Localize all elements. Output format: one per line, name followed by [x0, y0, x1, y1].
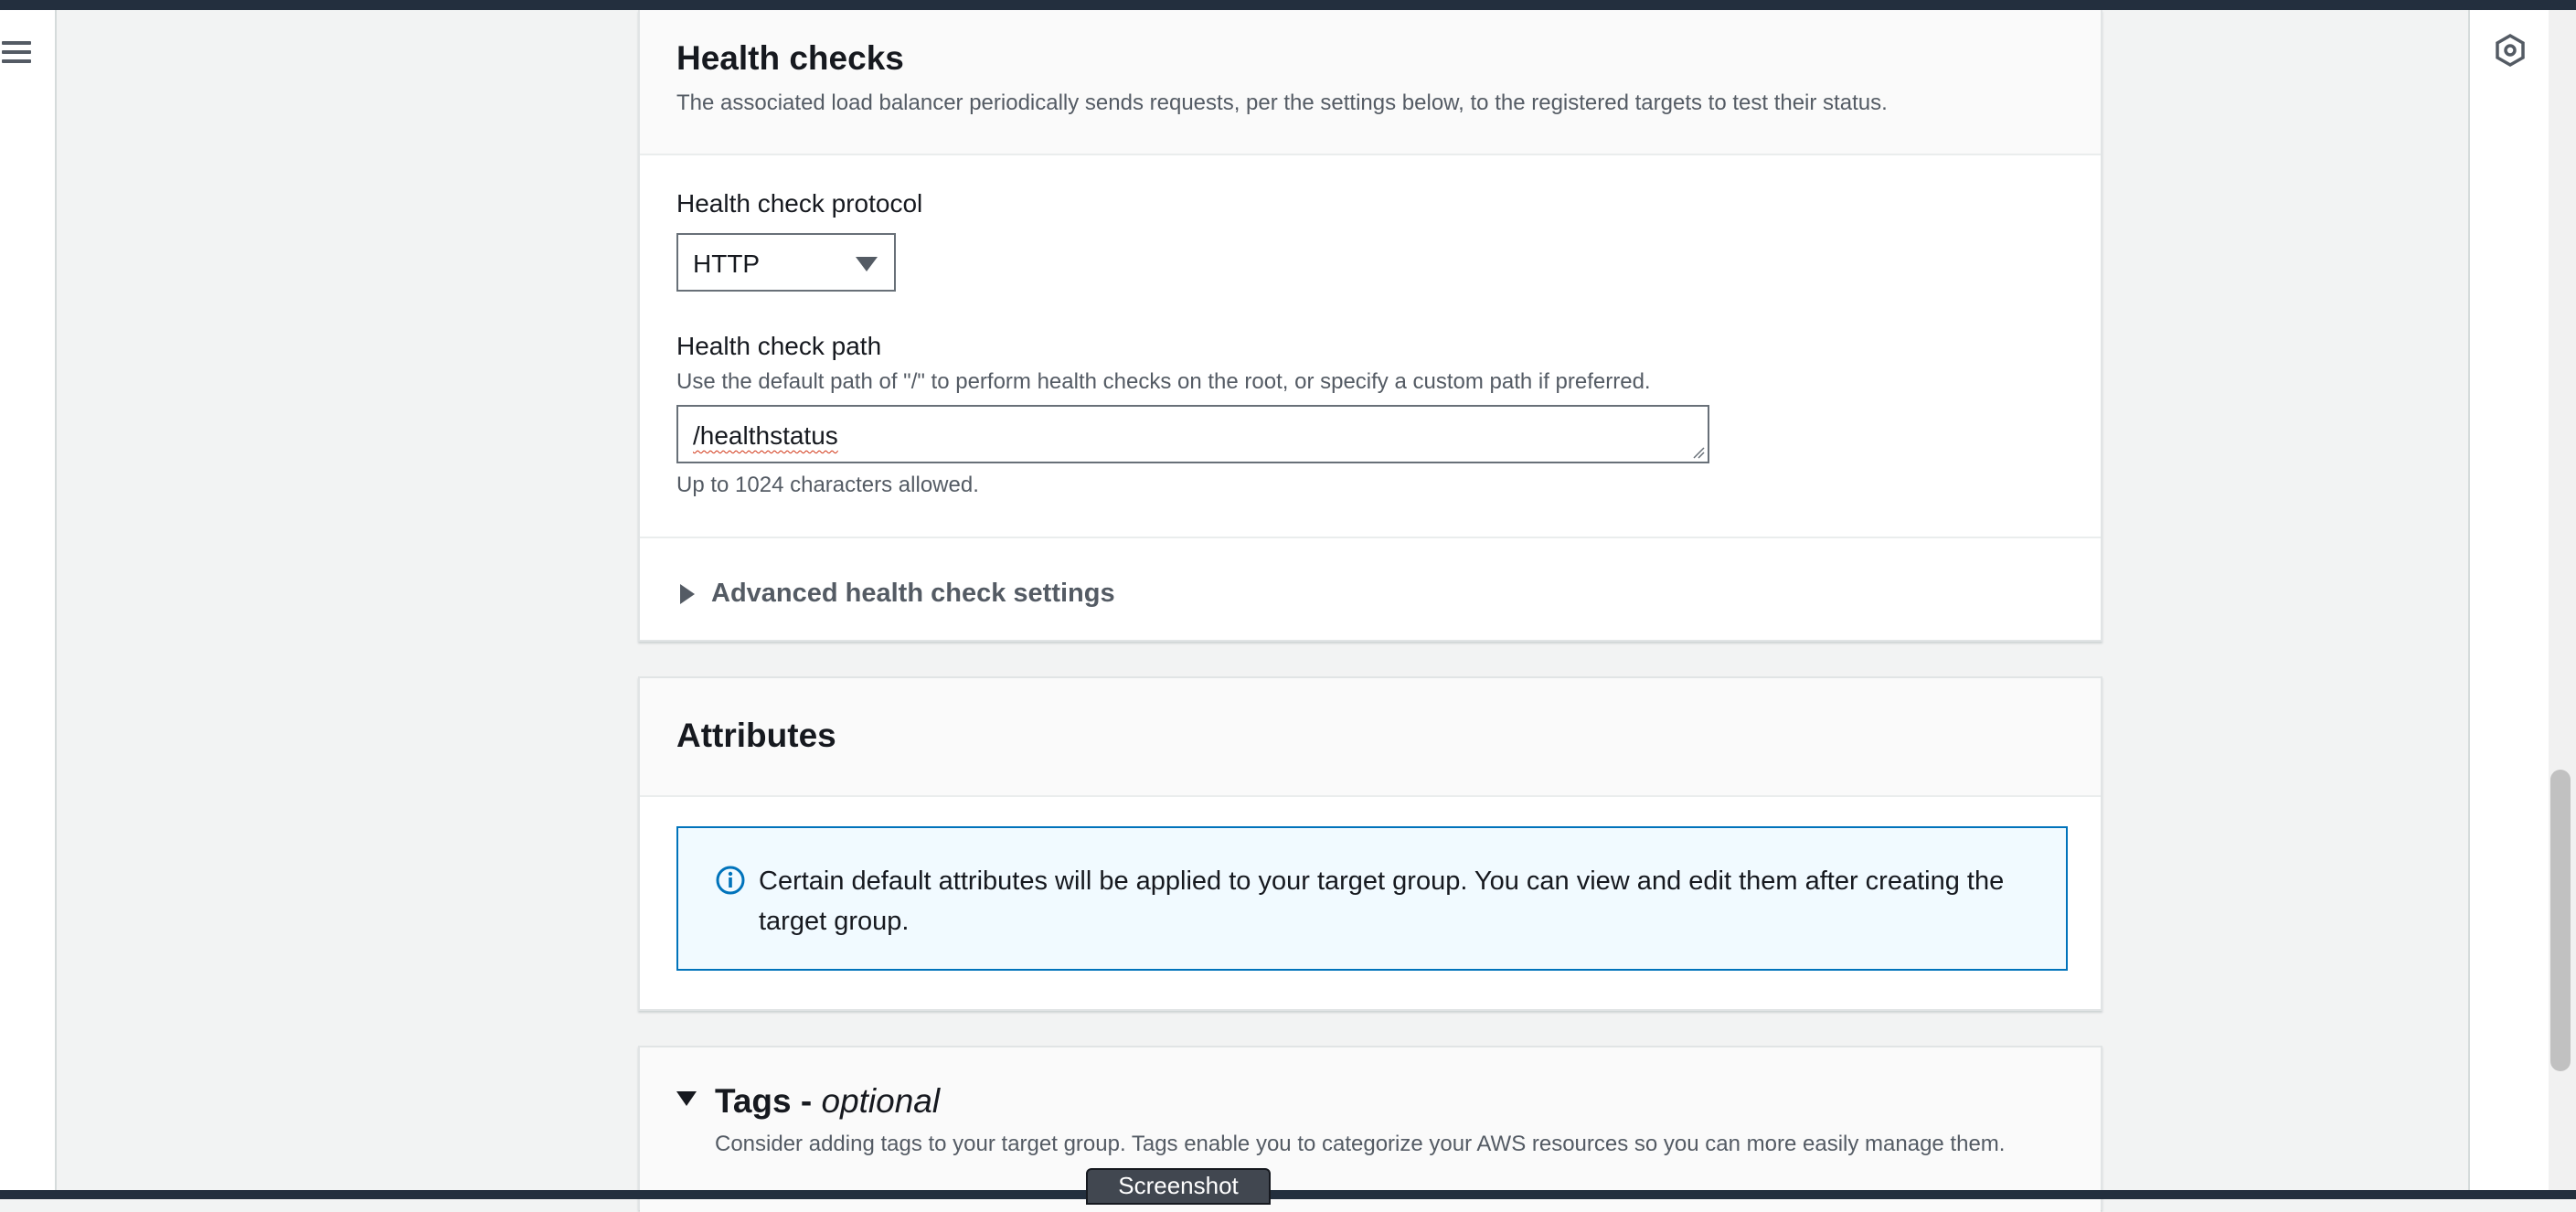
- tags-title[interactable]: Tags - optional: [715, 1082, 940, 1121]
- caret-down-icon: [856, 257, 878, 271]
- health-checks-panel: Health checks The associated load balanc…: [638, 10, 2102, 642]
- attributes-header: Attributes: [640, 678, 2101, 797]
- right-tools-rail: [2468, 10, 2550, 1190]
- caret-right-icon: [680, 584, 695, 604]
- tags-description: Consider adding tags to your target grou…: [715, 1132, 2006, 1156]
- health-check-protocol-value: HTTP: [693, 250, 761, 278]
- health-check-path-label: Health check path: [676, 332, 882, 360]
- health-check-path-value: /healthstatus: [693, 421, 838, 450]
- health-check-protocol-select[interactable]: HTTP: [676, 233, 896, 292]
- health-checks-title: Health checks: [676, 39, 904, 77]
- attributes-title: Attributes: [676, 717, 836, 754]
- hamburger-menu-icon[interactable]: [2, 41, 31, 65]
- attributes-info-alert: Certain default attributes will be appli…: [676, 826, 2068, 971]
- caret-down-icon[interactable]: [676, 1091, 697, 1106]
- left-navigation-rail: [0, 10, 57, 1190]
- tags-panel: Tags - optional Consider adding tags to …: [638, 1046, 2102, 1212]
- health-check-path-input[interactable]: /healthstatus: [676, 405, 1709, 463]
- tags-title-optional: optional: [821, 1082, 941, 1120]
- health-checks-header: Health checks The associated load balanc…: [640, 10, 2101, 155]
- screenshot-tooltip: Screenshot: [1086, 1168, 1271, 1205]
- advanced-health-check-settings-label: Advanced health check settings: [711, 579, 1115, 608]
- health-check-protocol-label: Health check protocol: [676, 189, 923, 218]
- scrollbar-thumb[interactable]: [2550, 770, 2571, 1071]
- health-check-path-constraint: Up to 1024 characters allowed.: [676, 473, 979, 497]
- info-icon: [716, 866, 745, 895]
- attributes-info-text: Certain default attributes will be appli…: [759, 866, 2005, 936]
- resize-handle-icon[interactable]: [1692, 446, 1705, 459]
- health-checks-description: The associated load balancer periodicall…: [676, 90, 1888, 115]
- top-bar: [0, 0, 2576, 10]
- health-check-path-description: Use the default path of "/" to perform h…: [676, 369, 1651, 394]
- section-divider: [640, 537, 2101, 538]
- bottom-bar: [0, 1190, 2576, 1199]
- tags-header: Tags - optional Consider adding tags to …: [640, 1047, 2101, 1212]
- attributes-panel: Attributes Certain default attributes wi…: [638, 676, 2102, 1011]
- hexagon-icon[interactable]: [2492, 32, 2528, 69]
- tags-title-text: Tags -: [715, 1082, 813, 1120]
